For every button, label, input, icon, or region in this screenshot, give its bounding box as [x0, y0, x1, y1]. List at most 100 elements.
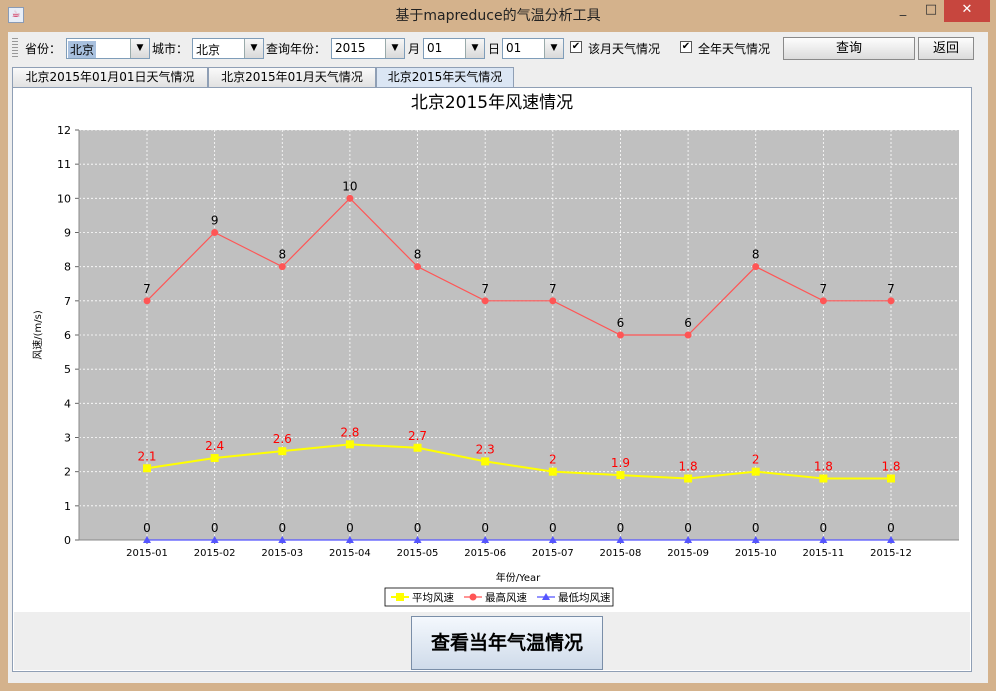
y-tick-label: 2 — [64, 466, 71, 479]
legend-entry: 最低均风速 — [558, 591, 611, 604]
bottom-area: 查看当年气温情况 — [14, 612, 970, 670]
city-select[interactable]: 北京 ▼ — [192, 38, 264, 59]
y-tick-label: 9 — [64, 227, 71, 240]
view-year-temperature-button[interactable]: 查看当年气温情况 — [411, 616, 603, 670]
chart-panel: 北京2015年风速情况 0 1 2 3 4 5 6 7 8 9 10 11 12 2015-01 2015-… — [12, 87, 972, 672]
data-label: 8 — [752, 248, 760, 262]
y-tick-label: 3 — [64, 432, 71, 445]
app-window: ☕ 基于mapreduce的气温分析工具 _ □ ✕ 省份： 北京 ▼ 城市： … — [0, 0, 996, 691]
data-label: 2.7 — [408, 429, 427, 443]
data-label: 0 — [211, 521, 219, 535]
year-label: 查询年份： — [266, 42, 327, 56]
data-point — [548, 467, 557, 476]
x-axis-label: 年份/Year — [496, 571, 541, 584]
data-point — [684, 331, 692, 339]
year-select-value: 2015 — [335, 41, 366, 55]
day-label: 日 — [488, 42, 501, 56]
x-tick-label: 2015-08 — [600, 548, 642, 559]
data-point — [278, 447, 287, 456]
year-weather-label[interactable]: 全年天气情况 — [698, 40, 770, 57]
back-button[interactable]: 返回 — [918, 37, 974, 60]
query-button[interactable]: 查询 — [783, 37, 915, 60]
client-area: 省份： 北京 ▼ 城市： 北京 ▼ 查询年份： 2015 ▼ 月 01 ▼ 日 … — [8, 32, 988, 683]
data-label: 7 — [143, 282, 151, 296]
year-weather-checkbox[interactable]: ✔ — [680, 41, 692, 53]
data-label: 1.9 — [611, 456, 630, 470]
chevron-down-icon[interactable]: ▼ — [544, 39, 563, 58]
legend-swatch-marker — [396, 593, 404, 601]
chevron-down-icon[interactable]: ▼ — [130, 39, 149, 58]
chevron-down-icon[interactable]: ▼ — [385, 39, 404, 58]
data-label: 2.6 — [273, 432, 292, 446]
title-bar[interactable]: ☕ 基于mapreduce的气温分析工具 _ □ ✕ — [0, 0, 996, 32]
chart-legend: 平均风速 最高风速 最低均风速 — [384, 587, 614, 607]
data-label: 0 — [549, 521, 557, 535]
month-select-value: 01 — [427, 41, 443, 55]
y-tick-label: 11 — [57, 158, 71, 171]
x-tick-label: 2015-10 — [735, 548, 777, 559]
data-label: 2 — [549, 453, 557, 467]
data-label: 0 — [143, 521, 151, 535]
y-tick-label: 5 — [64, 363, 71, 376]
data-label: 9 — [211, 214, 219, 228]
data-point — [887, 474, 895, 483]
data-point — [616, 471, 625, 480]
maximize-button[interactable]: □ — [918, 0, 944, 22]
province-select-value: 北京 — [68, 41, 97, 58]
tab-month-weather[interactable]: 北京2015年01月天气情况 — [208, 67, 376, 87]
y-tick-label: 12 — [57, 124, 71, 137]
data-label: 0 — [820, 521, 828, 535]
data-point — [143, 464, 151, 473]
y-tick-label: 1 — [64, 500, 71, 513]
data-label: 6 — [617, 316, 625, 330]
y-tick-label: 7 — [64, 295, 71, 308]
x-tick-label: 2015-11 — [802, 548, 844, 559]
province-select[interactable]: 北京 ▼ — [66, 38, 150, 59]
x-tick-label: 2015-04 — [329, 548, 371, 559]
data-label: 1.8 — [814, 460, 833, 474]
window-title: 基于mapreduce的气温分析工具 — [395, 8, 601, 24]
tab-year-weather[interactable]: 北京2015年天气情况 — [376, 67, 514, 87]
x-tick-label: 2015-05 — [397, 548, 439, 559]
toolbar-grip-handle[interactable] — [12, 37, 18, 57]
chevron-down-icon[interactable]: ▼ — [465, 39, 484, 58]
data-label: 2.8 — [340, 425, 359, 439]
x-tick-label: 2015-07 — [532, 548, 574, 559]
day-select[interactable]: 01 ▼ — [502, 38, 564, 59]
data-point — [278, 263, 286, 271]
data-label: 7 — [887, 282, 895, 296]
data-label: 0 — [887, 521, 895, 535]
data-point — [684, 474, 693, 483]
city-label: 城市： — [152, 42, 189, 56]
data-label: 2 — [752, 453, 760, 467]
chevron-down-icon[interactable]: ▼ — [244, 39, 263, 58]
month-weather-label[interactable]: 该月天气情况 — [588, 40, 660, 57]
legend-entry: 平均风速 — [412, 592, 454, 604]
data-label: 2.1 — [137, 449, 156, 463]
month-weather-checkbox[interactable]: ✔ — [570, 41, 582, 53]
data-label: 2.4 — [205, 439, 224, 453]
x-tick-label: 2015-01 — [126, 548, 168, 559]
data-label: 0 — [684, 521, 692, 535]
data-label: 0 — [617, 521, 625, 535]
close-button[interactable]: ✕ — [944, 0, 990, 22]
wind-speed-chart: 北京2015年风速情况 01234567891011122015-01 2015-… — [32, 93, 959, 607]
city-select-value: 北京 — [196, 43, 221, 57]
month-select[interactable]: 01 ▼ — [423, 38, 485, 59]
data-label: 7 — [820, 282, 828, 296]
tab-day-weather[interactable]: 北京2015年01月01日天气情况 — [12, 67, 208, 87]
legend-swatch-marker — [469, 593, 477, 601]
data-label: 10 — [342, 179, 357, 193]
y-tick-label: 6 — [64, 329, 71, 342]
legend-entry: 最高风速 — [485, 591, 527, 604]
year-select[interactable]: 2015 ▼ — [331, 38, 405, 59]
query-toolbar: 省份： 北京 ▼ 城市： 北京 ▼ 查询年份： 2015 ▼ 月 01 ▼ 日 … — [8, 32, 988, 62]
data-point — [481, 457, 490, 466]
data-point — [887, 297, 895, 305]
minimize-button[interactable]: _ — [888, 0, 918, 22]
data-label: 0 — [481, 521, 489, 535]
month-label: 月 — [408, 42, 421, 56]
data-label: 0 — [414, 521, 422, 535]
data-point — [211, 229, 219, 236]
y-tick-label: 0 — [64, 534, 71, 547]
